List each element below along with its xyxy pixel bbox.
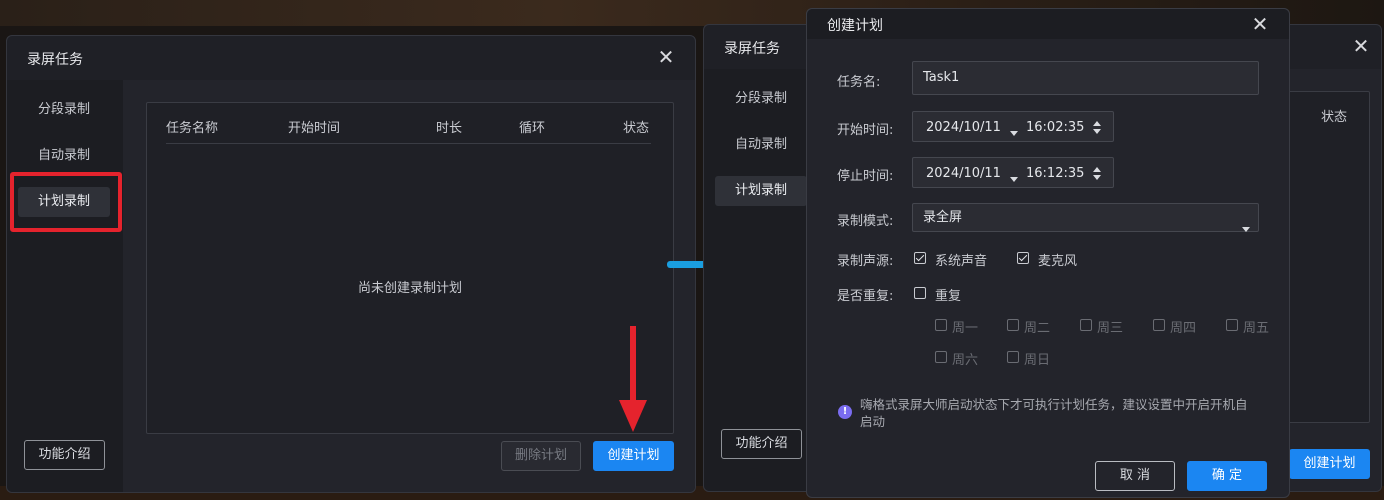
caret-down-icon[interactable] (1010, 125, 1018, 140)
weekday-sun[interactable]: 周日 (1024, 349, 1050, 368)
col-duration: 时长 (436, 121, 463, 136)
cancel-button[interactable]: 取 消 (1095, 461, 1175, 491)
checkbox-icon[interactable] (1007, 319, 1019, 331)
weekday-fri[interactable]: 周五 (1243, 317, 1269, 336)
sidebar: 分段录制 自动录制 计划录制 功能介绍 (7, 80, 123, 492)
confirm-button[interactable]: 确 定 (1187, 461, 1267, 491)
start-time: 16:02:35 (1026, 120, 1085, 135)
info-icon: ! (838, 405, 852, 419)
record-task-dialog-left: 录屏任务 ✕ 分段录制 自动录制 计划录制 功能介绍 任务名称 开始时间 时长 … (6, 35, 696, 493)
checkbox-icon[interactable] (914, 287, 926, 299)
checkbox-icon[interactable] (914, 252, 926, 264)
stop-datetime-picker[interactable]: 2024/10/11 16:12:35 (912, 157, 1114, 188)
start-date: 2024/10/11 (926, 120, 1001, 135)
checkbox-icon[interactable] (1007, 351, 1019, 363)
stop-date: 2024/10/11 (926, 166, 1001, 181)
sidebar-item-scheduled[interactable]: 计划录制 (715, 176, 807, 206)
source-label: 录制声源: (837, 254, 894, 269)
sidebar: 分段录制 自动录制 计划录制 功能介绍 (704, 69, 807, 491)
intro-button[interactable]: 功能介绍 (24, 440, 105, 470)
titlebar: 录屏任务 ✕ (7, 36, 695, 80)
main-panel: 任务名称 开始时间 时长 循环 状态 尚未创建录制计划 删除计划 创建计划 (123, 80, 695, 492)
start-datetime-picker[interactable]: 2024/10/11 16:02:35 (912, 111, 1114, 142)
caret-down-icon[interactable] (1010, 171, 1018, 186)
sidebar-item-auto[interactable]: 自动录制 (18, 141, 110, 171)
microphone-label[interactable]: 麦克风 (1038, 250, 1077, 269)
sidebar-item-auto[interactable]: 自动录制 (715, 130, 807, 160)
weekday-sat[interactable]: 周六 (952, 349, 978, 368)
table-header-divider (166, 143, 651, 144)
stop-time: 16:12:35 (1026, 166, 1085, 181)
dialog-title: 录屏任务 (27, 52, 83, 68)
task-name-input[interactable]: Task1 (912, 61, 1259, 95)
stop-time-label: 停止时间: (837, 169, 894, 184)
mode-select[interactable]: 录全屏 (912, 203, 1259, 232)
titlebar: 创建计划 ✕ (807, 9, 1289, 39)
weekday-thu[interactable]: 周四 (1170, 317, 1196, 336)
weekday-mon[interactable]: 周一 (952, 317, 978, 336)
repeat-text[interactable]: 重复 (935, 285, 961, 304)
checkbox-icon[interactable] (935, 319, 947, 331)
col-status: 状态 (623, 121, 650, 136)
mode-label: 录制模式: (837, 214, 894, 229)
task-name-label: 任务名: (837, 75, 881, 90)
intro-button[interactable]: 功能介绍 (721, 429, 802, 459)
create-plan-button[interactable]: 创建计划 (593, 441, 674, 471)
arrow-down-icon (619, 326, 647, 432)
checkbox-icon[interactable] (1226, 319, 1238, 331)
sidebar-item-segment[interactable]: 分段录制 (18, 95, 110, 125)
checkbox-icon[interactable] (1153, 319, 1165, 331)
col-status: 状态 (1321, 110, 1348, 125)
spinner-icon[interactable] (1093, 121, 1103, 134)
delete-plan-button[interactable]: 删除计划 (501, 441, 581, 471)
dialog-title: 录屏任务 (724, 41, 780, 57)
close-icon[interactable]: ✕ (657, 47, 675, 67)
red-highlight-box (10, 172, 122, 232)
mode-value: 录全屏 (923, 210, 963, 225)
checkbox-icon[interactable] (935, 351, 947, 363)
col-loop: 循环 (519, 121, 546, 136)
col-task-name: 任务名称 (166, 121, 219, 136)
checkbox-icon[interactable] (1017, 252, 1029, 264)
repeat-label: 是否重复: (837, 289, 894, 304)
task-name-value: Task1 (923, 70, 960, 85)
sidebar-item-segment[interactable]: 分段录制 (715, 84, 807, 114)
plan-table: 任务名称 开始时间 时长 循环 状态 尚未创建录制计划 (146, 102, 674, 434)
close-icon[interactable]: ✕ (1251, 14, 1269, 34)
weekday-tue[interactable]: 周二 (1024, 317, 1050, 336)
empty-state-text: 尚未创建录制计划 (357, 281, 462, 296)
weekday-wed[interactable]: 周三 (1097, 317, 1123, 336)
checkbox-icon[interactable] (1080, 319, 1092, 331)
dialog-title: 创建计划 (827, 18, 883, 34)
col-start-time: 开始时间 (288, 121, 341, 136)
caret-down-icon (1242, 215, 1250, 242)
create-plan-dialog: 创建计划 ✕ 任务名: Task1 开始时间: 2024/10/11 16:02… (806, 8, 1290, 498)
start-time-label: 开始时间: (837, 123, 894, 138)
system-sound-label[interactable]: 系统声音 (935, 250, 987, 269)
autostart-note: 嗨格式录屏大师启动状态下才可执行计划任务，建议设置中开启开机自启动 (860, 397, 1248, 429)
create-plan-button[interactable]: 创建计划 (1289, 449, 1370, 479)
close-icon[interactable]: ✕ (1352, 36, 1370, 56)
spinner-icon[interactable] (1093, 167, 1103, 180)
